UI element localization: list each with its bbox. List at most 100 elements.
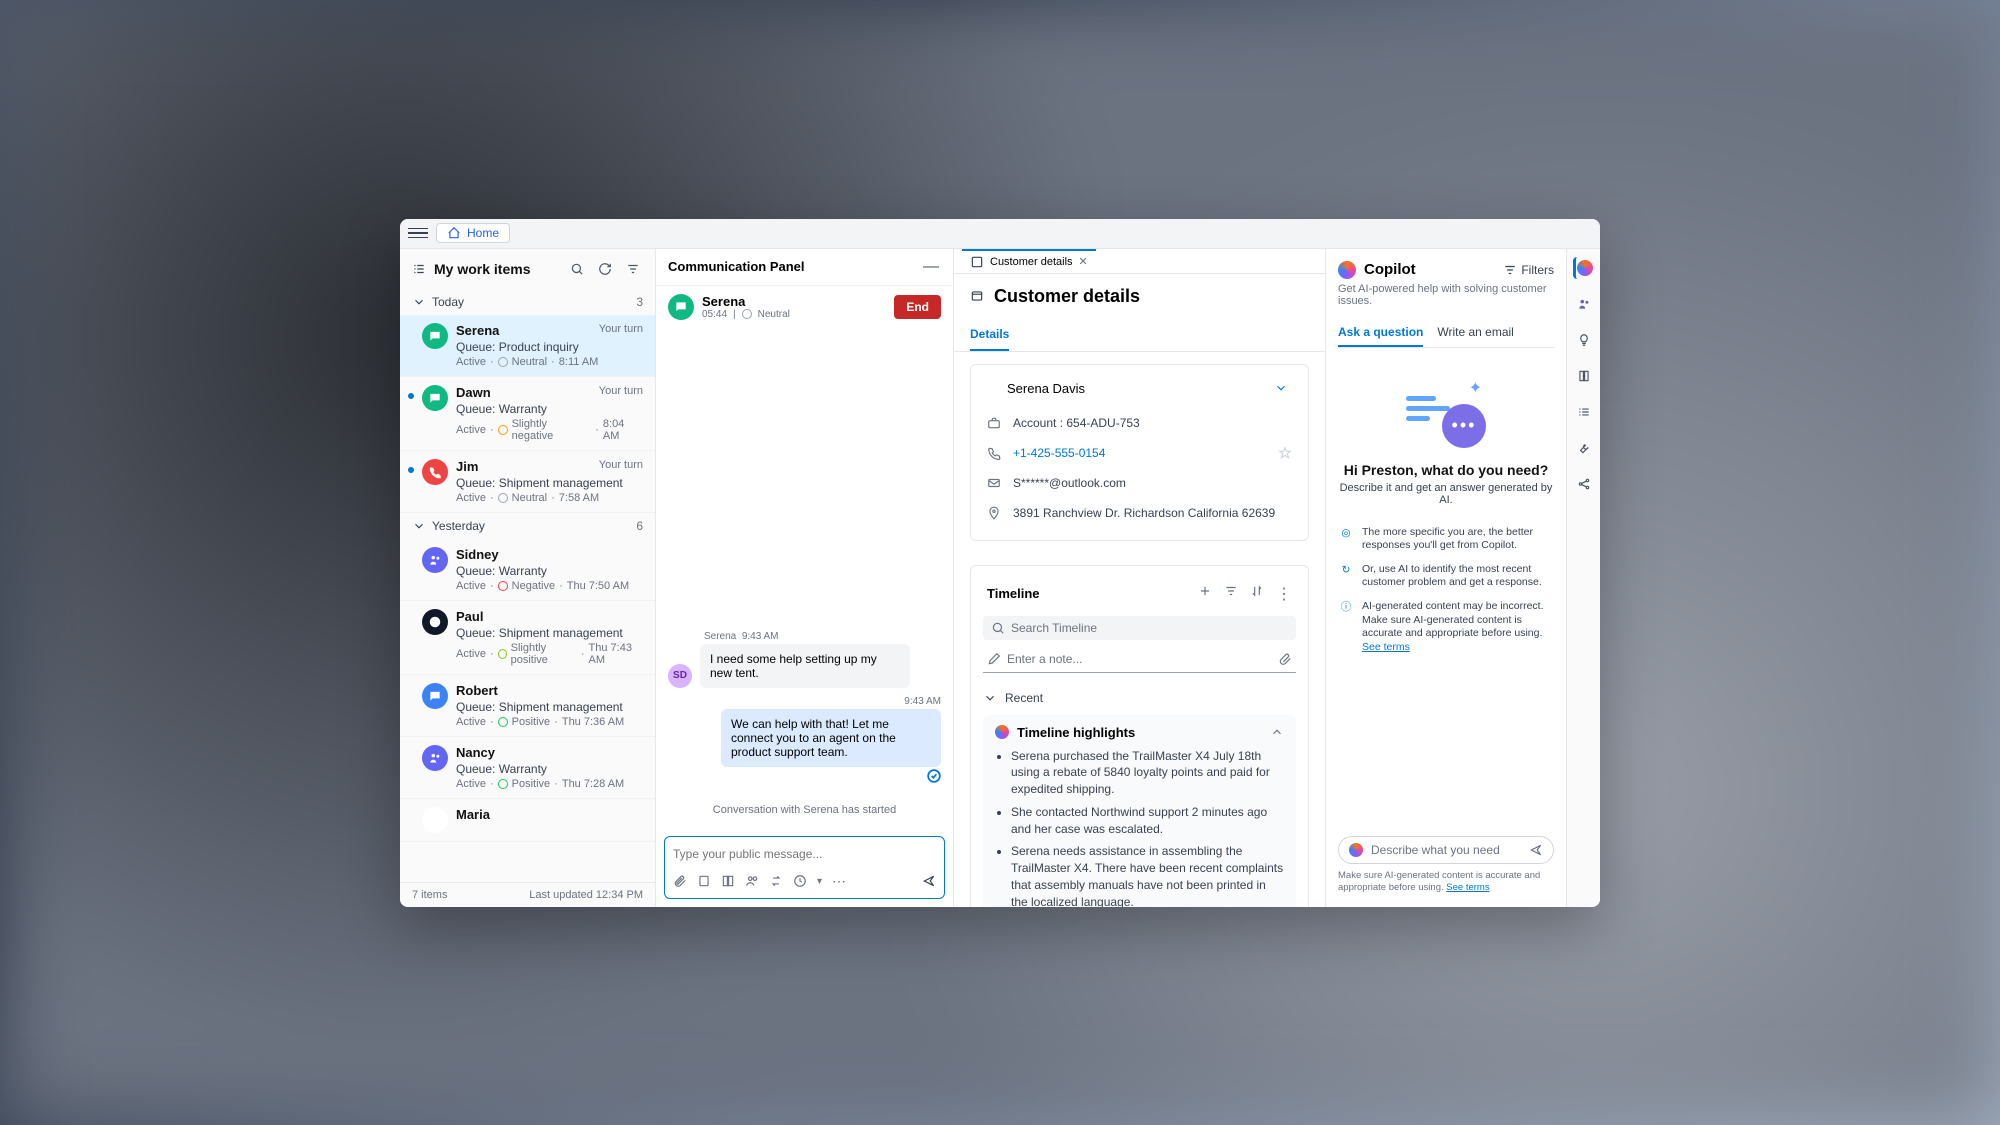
transfer-icon[interactable] [769, 874, 783, 888]
kb-icon[interactable] [721, 874, 735, 888]
location-icon [987, 506, 1001, 520]
item-avatar [422, 385, 448, 411]
work-item[interactable]: JimYour turn Queue: Shipment management … [400, 451, 655, 513]
chevron-down-icon[interactable] [1274, 381, 1288, 395]
rail-list[interactable] [1573, 401, 1595, 423]
work-item[interactable]: Robert Queue: Shipment management Active… [400, 675, 655, 737]
filter-icon [1503, 263, 1517, 277]
app-window: Home My work items Today 3 SerenaYo [400, 219, 1600, 907]
item-turn: Your turn [599, 385, 643, 400]
more-icon[interactable]: ⋮ [1276, 584, 1292, 604]
conv-avatar [668, 294, 694, 320]
refresh-button[interactable] [595, 259, 615, 279]
work-item[interactable]: DawnYour turn Queue: Warranty Active·Sli… [400, 377, 655, 451]
chevron-down-icon [412, 519, 426, 533]
unread-dot [408, 393, 414, 399]
item-turn: Your turn [599, 459, 643, 474]
end-button[interactable]: End [894, 295, 941, 319]
work-item[interactable]: Maria [400, 799, 655, 842]
rail-scripts[interactable] [1573, 365, 1595, 387]
agent-icon[interactable] [745, 874, 759, 888]
work-items-footer: 7 items Last updated 12:34 PM [400, 882, 655, 907]
filter-button[interactable] [623, 259, 643, 279]
rail-copilot[interactable] [1573, 257, 1595, 279]
filters-button[interactable]: Filters [1503, 263, 1554, 277]
hint-text: Or, use AI to identify the most recent c… [1362, 563, 1554, 590]
form-icon [970, 255, 984, 269]
teams-icon [1577, 297, 1591, 311]
tab-write-email[interactable]: Write an email [1437, 319, 1513, 347]
lightbulb-icon [1577, 333, 1591, 347]
copilot-input[interactable]: Describe what you need [1338, 836, 1554, 864]
sort-icon[interactable] [1250, 584, 1264, 598]
home-label: Home [467, 226, 499, 240]
item-queue: Queue: Shipment management [456, 626, 643, 640]
group-today[interactable]: Today 3 [400, 289, 655, 315]
attach-icon[interactable] [673, 874, 687, 888]
item-name: Jim [456, 459, 478, 474]
message-composer[interactable]: ▾ ⋯ [664, 836, 945, 899]
close-icon[interactable]: ✕ [1079, 255, 1088, 268]
account-value: Account : 654-ADU-753 [1013, 416, 1292, 430]
star-icon[interactable] [1278, 446, 1292, 460]
chevron-up-icon[interactable] [1270, 725, 1284, 739]
topbar: Home [400, 219, 1600, 249]
group-count: 6 [636, 519, 643, 533]
details-title: Customer details [994, 286, 1140, 307]
rail-share[interactable] [1573, 473, 1595, 495]
pencil-icon [987, 652, 1001, 666]
home-button[interactable]: Home [436, 223, 510, 243]
recent-label: Recent [1005, 691, 1043, 705]
phone-icon [987, 446, 1001, 460]
rail-knowledge[interactable] [1573, 329, 1595, 351]
work-item[interactable]: Sidney Queue: Warranty Active·Negative·T… [400, 539, 655, 601]
item-queue: Queue: Shipment management [456, 476, 643, 490]
conversation-body[interactable]: Serena 9:43 AM SD I need some help setti… [656, 328, 953, 836]
work-items-list[interactable]: Today 3 SerenaYour turn Queue: Product i… [400, 289, 655, 882]
copilot-logo [1338, 261, 1356, 279]
recent-section[interactable]: Recent [983, 685, 1296, 711]
quick-reply-icon[interactable] [793, 874, 807, 888]
group-yesterday[interactable]: Yesterday 6 [400, 513, 655, 539]
work-items-title: My work items [434, 261, 559, 277]
send-icon[interactable] [1529, 843, 1543, 857]
search-icon [570, 262, 584, 276]
filter-icon[interactable] [1224, 584, 1238, 598]
rail-teams[interactable] [1573, 293, 1595, 315]
subtab-details[interactable]: Details [970, 319, 1009, 351]
attach-icon[interactable] [1278, 652, 1292, 666]
search-icon [991, 621, 1005, 635]
timeline-note-input[interactable]: Enter a note... [983, 646, 1296, 673]
rail-tools[interactable] [1573, 437, 1595, 459]
item-name: Dawn [456, 385, 491, 400]
highlight-item: Serena needs assistance in assembling th… [1011, 843, 1284, 906]
copilot-subtitle: Get AI-powered help with solving custome… [1338, 283, 1554, 307]
chevron-down-icon [412, 295, 426, 309]
note-icon[interactable] [697, 874, 711, 888]
copilot-desc: Describe it and get an answer generated … [1338, 482, 1554, 506]
item-avatar [422, 459, 448, 485]
chat-icon [674, 300, 688, 314]
more-icon[interactable]: ⋯ [832, 873, 846, 890]
send-icon[interactable] [922, 874, 936, 888]
timeline-search[interactable]: Search Timeline [983, 616, 1296, 640]
message-input[interactable] [673, 847, 936, 861]
msg-time: 9:43 AM [721, 696, 941, 707]
customer-details-panel: Customer details ✕ Customer details Deta… [954, 249, 1326, 907]
app-rail [1566, 249, 1600, 907]
work-item[interactable]: SerenaYour turn Queue: Product inquiry A… [400, 315, 655, 377]
msg-time: 9:43 AM [742, 631, 779, 642]
item-avatar [422, 609, 448, 635]
search-button[interactable] [567, 259, 587, 279]
add-icon[interactable] [1198, 584, 1212, 598]
communication-panel: Communication Panel — Serena 05:44 | Neu… [656, 249, 954, 907]
work-item[interactable]: Nancy Queue: Warranty Active·Positive·Th… [400, 737, 655, 799]
work-item[interactable]: Paul Queue: Shipment management Active·S… [400, 601, 655, 675]
minimize-button[interactable]: — [921, 257, 941, 277]
tab-customer-details[interactable]: Customer details ✕ [962, 249, 1096, 273]
see-terms-link[interactable]: See terms [1446, 882, 1489, 893]
hamburger-menu[interactable] [408, 223, 428, 243]
see-terms-link[interactable]: See terms [1362, 641, 1410, 653]
phone-value[interactable]: +1-425-555-0154 [1013, 446, 1266, 460]
tab-ask-question[interactable]: Ask a question [1338, 319, 1423, 347]
